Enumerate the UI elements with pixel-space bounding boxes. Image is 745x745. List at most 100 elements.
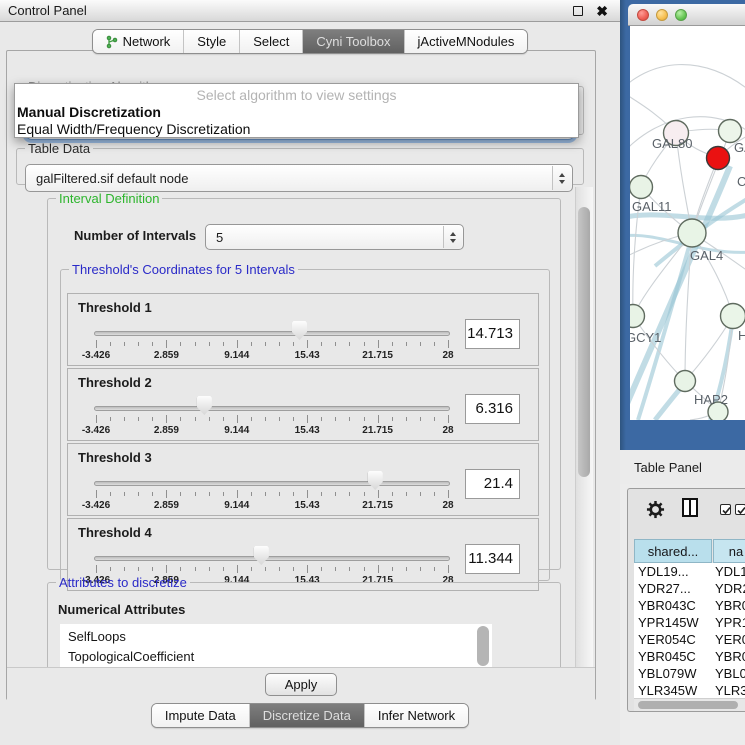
bottom-tab-infer-network[interactable]: Infer Network xyxy=(364,704,468,727)
slider-thumb[interactable] xyxy=(197,396,212,415)
dropdown-option-equal-width-frequency[interactable]: Equal Width/Frequency Discretization xyxy=(17,121,250,137)
checkbox-checked-icon[interactable] xyxy=(720,504,731,515)
slider-track[interactable] xyxy=(94,481,450,486)
checkbox-checked-icon[interactable] xyxy=(735,504,745,515)
threshold-value-field[interactable]: 6.316 xyxy=(465,394,520,424)
combo-stepper[interactable] xyxy=(443,226,462,248)
spinner-down-icon[interactable] xyxy=(559,180,565,184)
tick-mark xyxy=(378,490,379,498)
spinner-up-icon[interactable] xyxy=(450,232,456,236)
tick-mark xyxy=(223,492,224,496)
tab-label: Network xyxy=(123,34,171,49)
attributes-to-discretize-group: Attributes to discretize Numerical Attri… xyxy=(47,575,561,667)
list-scrollbar[interactable] xyxy=(477,626,489,666)
close-traffic-light-icon[interactable] xyxy=(637,9,649,21)
table-row[interactable]: YLR345WYLR3 xyxy=(634,682,745,699)
scrollbar-thumb[interactable] xyxy=(638,701,738,709)
tick-label: 21.715 xyxy=(353,425,403,436)
tab-jactivemnodules[interactable]: jActiveMNodules xyxy=(404,30,528,53)
settings-scrollbar[interactable] xyxy=(575,187,593,667)
slider-track[interactable] xyxy=(94,406,450,411)
bottom-tab-impute-data[interactable]: Impute Data xyxy=(152,704,249,727)
tick-mark xyxy=(420,567,421,571)
dropdown-option-manual-discretization[interactable]: Manual Discretization xyxy=(17,104,161,120)
threshold-value-field[interactable]: 14.713 xyxy=(465,319,520,349)
network-node[interactable] xyxy=(721,304,745,329)
tick-mark xyxy=(138,342,139,346)
network-node[interactable] xyxy=(675,371,696,392)
network-node[interactable] xyxy=(630,305,645,328)
table-row[interactable]: YPR145WYPR1 xyxy=(634,614,745,631)
threshold-value-field[interactable]: 11.344 xyxy=(465,544,520,574)
tick-mark xyxy=(180,342,181,346)
tick-mark xyxy=(195,342,196,346)
attribute-item[interactable]: TopologicalCoefficient xyxy=(68,647,492,667)
network-node[interactable] xyxy=(678,219,706,247)
number-of-intervals-value: 5 xyxy=(216,230,223,245)
zoom-traffic-light-icon[interactable] xyxy=(675,9,687,21)
slider-track[interactable] xyxy=(94,331,450,336)
slider-thumb[interactable] xyxy=(292,321,307,340)
tick-mark xyxy=(349,567,350,571)
tab-style[interactable]: Style xyxy=(183,30,239,53)
spinner-up-icon[interactable] xyxy=(559,173,565,177)
tick-label: -3.426 xyxy=(71,350,121,361)
float-window-icon[interactable] xyxy=(573,6,583,16)
tab-label: Discretize Data xyxy=(263,708,351,723)
numerical-attributes-list[interactable]: SelfLoopsTopologicalCoefficientBetweenne… xyxy=(60,624,492,667)
minimize-traffic-light-icon[interactable] xyxy=(656,9,668,21)
slider-thumb[interactable] xyxy=(254,546,269,565)
column-header-name[interactable]: na xyxy=(713,539,745,563)
tick-mark xyxy=(166,565,167,573)
cell-shared-name: YDR27... xyxy=(634,581,715,596)
threshold-panel-1: Threshold 1-3.4262.8599.14415.4321.71528… xyxy=(67,293,539,366)
table-horizontal-scrollbar[interactable] xyxy=(634,698,745,711)
table-row[interactable]: YBL079WYBL0 xyxy=(634,665,745,682)
tab-network[interactable]: Network xyxy=(93,30,184,53)
network-node[interactable] xyxy=(630,176,653,199)
tab-select[interactable]: Select xyxy=(239,30,302,53)
bottom-tab-discretize-data[interactable]: Discretize Data xyxy=(249,704,364,727)
attribute-item[interactable]: SelfLoops xyxy=(68,627,492,647)
network-window-titlebar[interactable] xyxy=(628,4,745,26)
tick-label: 28 xyxy=(423,500,473,511)
column-header-shared-name[interactable]: shared... xyxy=(634,539,712,563)
slider-track[interactable] xyxy=(94,556,450,561)
table-row[interactable]: YDL19...YDL1 xyxy=(634,563,745,580)
node-label: GA xyxy=(734,140,745,155)
tick-mark xyxy=(364,342,365,346)
tab-label: Style xyxy=(197,34,226,49)
number-of-intervals-combobox[interactable]: 5 xyxy=(205,224,464,250)
table-row[interactable]: YBR045CYBR0 xyxy=(634,648,745,665)
gear-icon[interactable] xyxy=(646,500,665,522)
split-columns-icon[interactable] xyxy=(682,498,698,517)
cell-name: YER0 xyxy=(715,632,745,647)
tab-label: Infer Network xyxy=(378,708,455,723)
apply-button[interactable]: Apply xyxy=(265,673,337,696)
dropdown-placeholder-option[interactable]: Select algorithm to view settings xyxy=(15,87,578,103)
network-node[interactable] xyxy=(707,147,730,170)
tick-mark xyxy=(335,492,336,496)
spinner-down-icon[interactable] xyxy=(450,239,456,243)
network-canvas[interactable]: GAL80GACGAL11GAL4GCY1HHAP2 xyxy=(630,26,745,420)
scrollbar-thumb[interactable] xyxy=(578,207,590,477)
node-table: shared... na YDL19...YDL1YDR27...YDR2YBR… xyxy=(634,539,745,711)
tick-mark xyxy=(321,417,322,421)
tick-mark xyxy=(166,490,167,498)
tick-mark xyxy=(279,567,280,571)
tick-mark xyxy=(378,415,379,423)
tick-mark xyxy=(434,342,435,346)
cell-name: YBR0 xyxy=(715,649,745,664)
tick-mark xyxy=(96,340,97,348)
table-row[interactable]: YBR043CYBR0 xyxy=(634,597,745,614)
tick-mark xyxy=(335,567,336,571)
tick-mark xyxy=(251,342,252,346)
close-icon[interactable]: ✖ xyxy=(596,6,608,16)
table-row[interactable]: YER054CYER0 xyxy=(634,631,745,648)
tab-cyni-toolbox[interactable]: Cyni Toolbox xyxy=(302,30,403,53)
slider-thumb[interactable] xyxy=(368,471,383,490)
threshold-value-field[interactable]: 21.4 xyxy=(465,469,520,499)
table-row[interactable]: YDR27...YDR2 xyxy=(634,580,745,597)
tick-mark xyxy=(406,342,407,346)
interval-definition-title: Interval Definition xyxy=(56,191,162,206)
